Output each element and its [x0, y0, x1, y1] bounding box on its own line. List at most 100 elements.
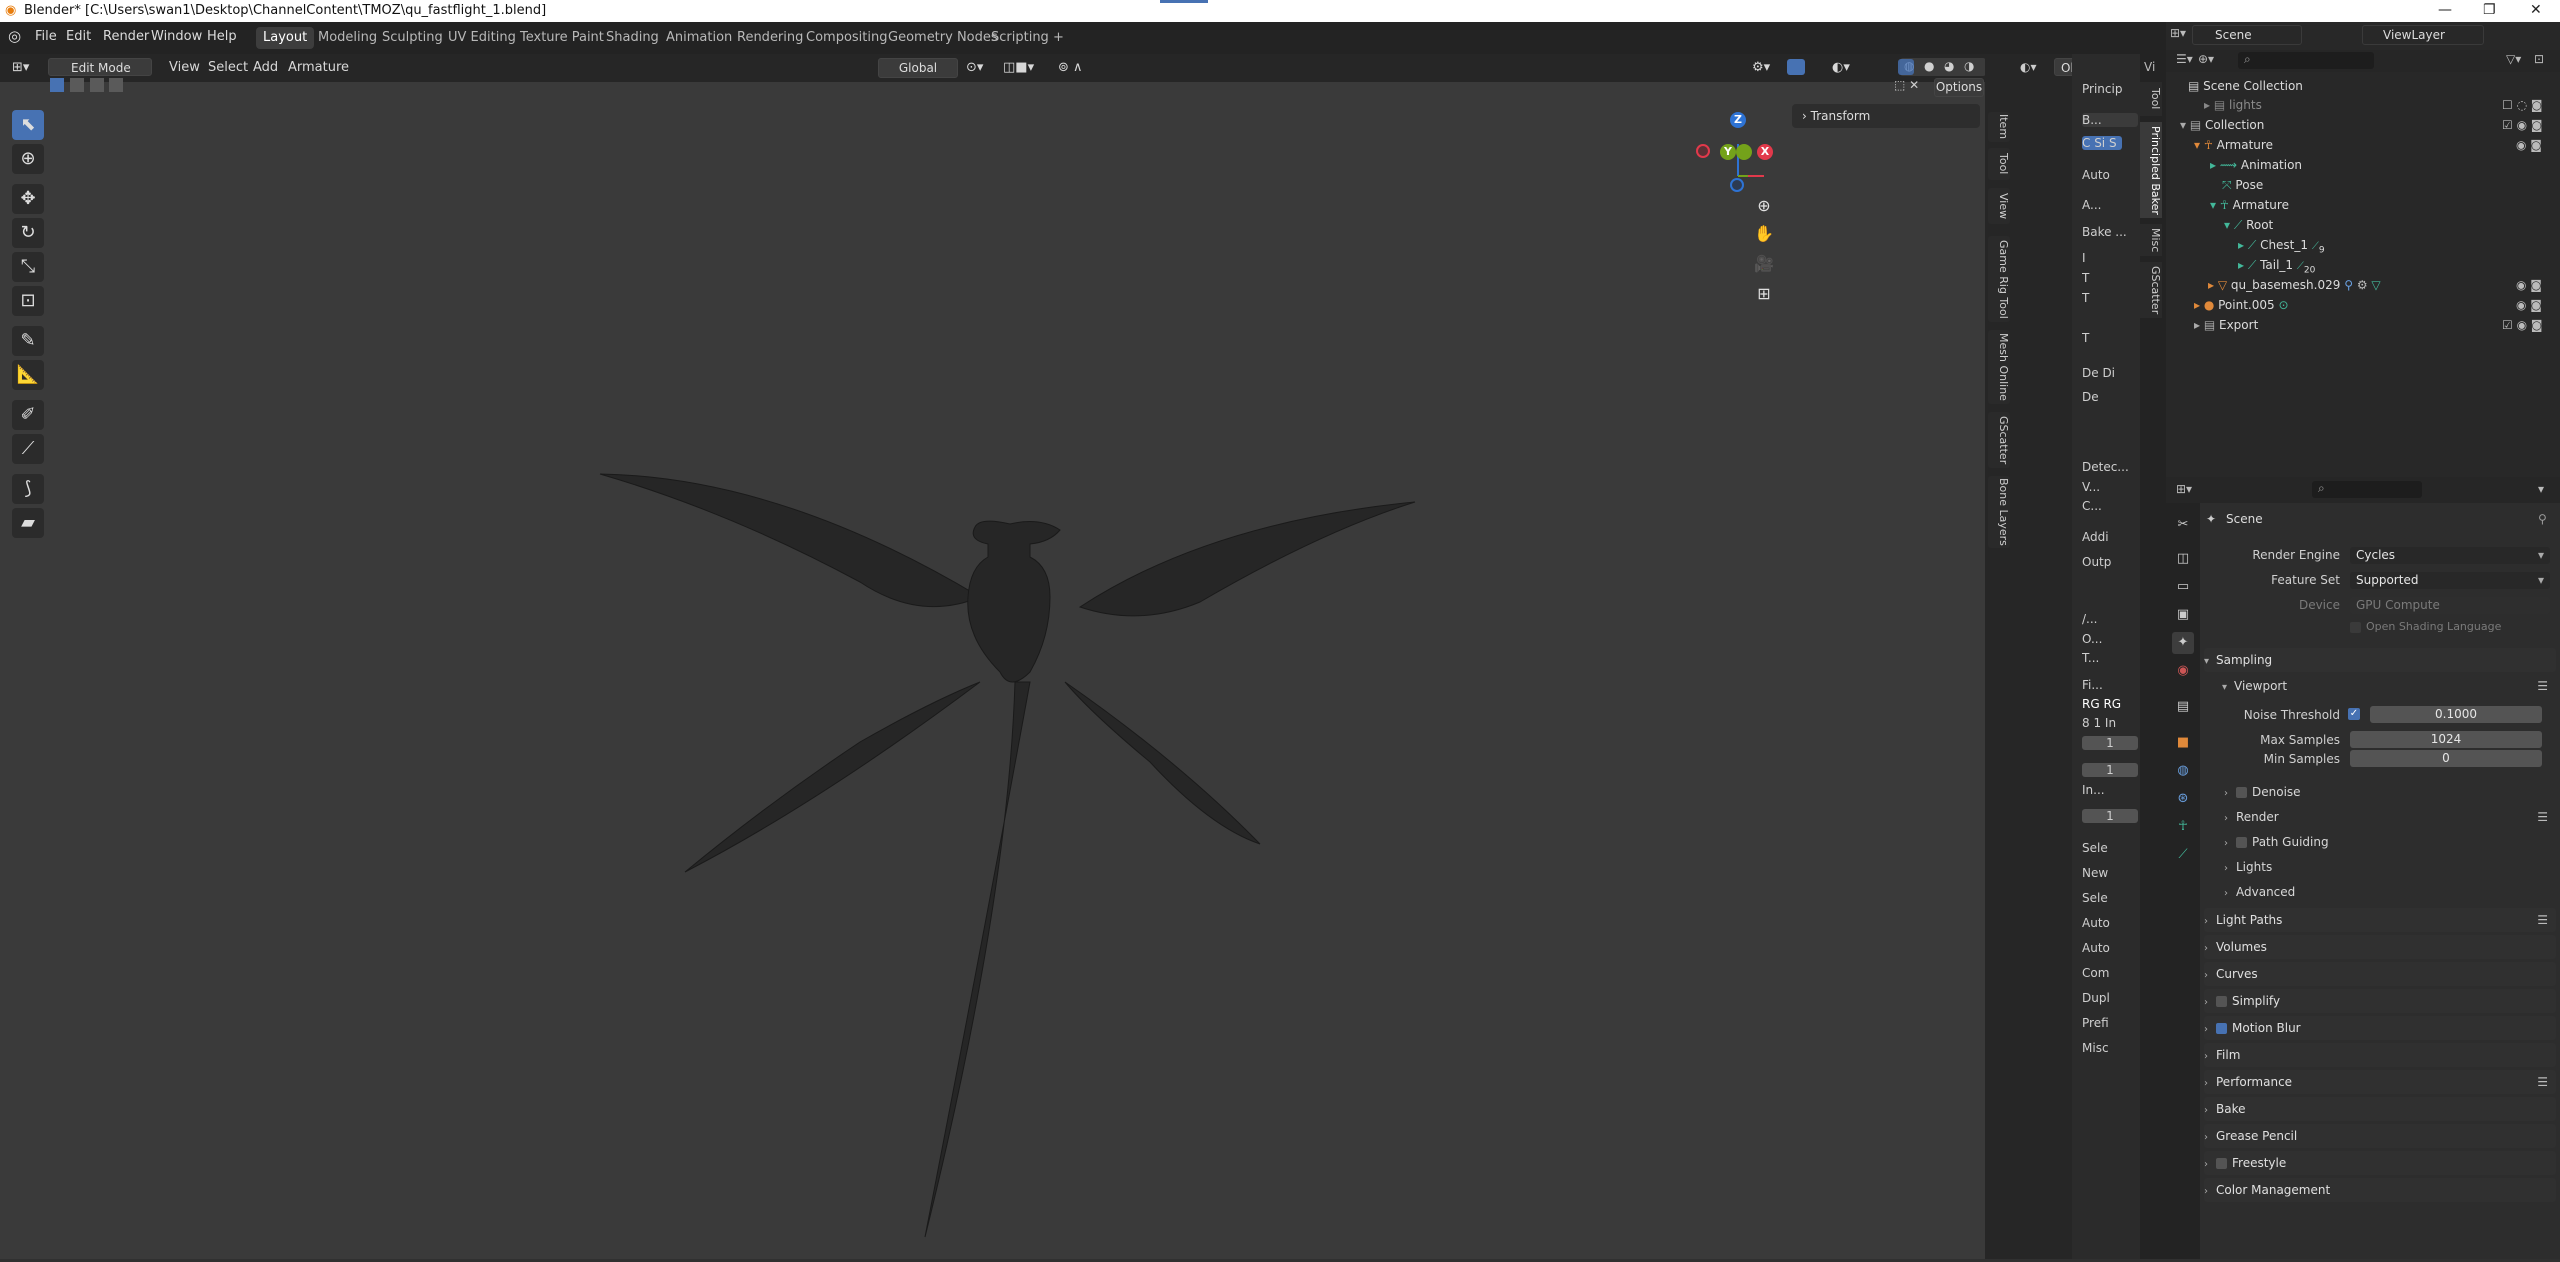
baker-list-item[interactable]: T — [2082, 271, 2138, 285]
tab-layout[interactable]: Layout — [256, 27, 315, 49]
baker-c-checkbox[interactable]: C... — [2082, 499, 2138, 513]
baker-addi-section[interactable]: Addi — [2082, 530, 2138, 544]
rotate-tool-icon[interactable]: ↻ — [12, 218, 44, 248]
baker-outp-section[interactable]: Outp — [2082, 555, 2138, 569]
properties-options-icon[interactable]: ▾ — [2538, 482, 2544, 496]
tab-modeling[interactable]: Modeling — [311, 27, 384, 49]
subsection-lights[interactable]: › Lights — [2224, 856, 2272, 878]
mid-tab-misc[interactable]: Misc — [2140, 224, 2162, 256]
display-mode-icon[interactable]: ☰▾ — [2176, 52, 2193, 66]
transform-tool-icon[interactable]: ⊡ — [12, 286, 44, 316]
visibility-icon[interactable]: ⚙▾ — [1752, 60, 1770, 75]
baker-sele-section[interactable]: Sele — [2082, 841, 2138, 855]
material-shading-icon[interactable]: ◕ — [1944, 59, 1954, 73]
section-performance[interactable]: › Performance ☰ — [2204, 1070, 2556, 1094]
baker-depth-buttons[interactable]: 8 1 In — [2082, 716, 2138, 730]
new-collection-icon[interactable]: ⊡ — [2534, 52, 2544, 66]
section-volumes[interactable]: › Volumes — [2204, 935, 2556, 959]
osl-checkbox[interactable]: Open Shading Language — [2350, 620, 2501, 633]
orientation-dropdown[interactable]: Global — [878, 58, 958, 78]
visibility-eye-icon[interactable]: ◉ ◙ — [2516, 278, 2542, 292]
baker-o-checkbox[interactable]: O... — [2082, 632, 2138, 646]
output-tab-icon[interactable]: ▭ — [2172, 576, 2194, 598]
snap-icon[interactable]: ◫■▾ — [1003, 60, 1034, 75]
bone-roll-tool-icon[interactable]: ⟋ — [12, 434, 44, 464]
outliner-row-point[interactable]: ▸ ● Point.005 ⊙ — [2194, 295, 2289, 315]
baker-misc-section[interactable]: Misc — [2082, 1041, 2138, 1055]
view-layer-tab-icon[interactable]: ▣ — [2172, 604, 2194, 626]
baker-list-item[interactable]: I — [2082, 251, 2138, 265]
section-bake[interactable]: › Bake — [2204, 1097, 2556, 1121]
baker-t-checkbox[interactable]: T... — [2082, 651, 2138, 665]
baker-auto[interactable]: Auto — [2082, 168, 2138, 182]
section-freestyle[interactable]: › Freestyle — [2204, 1151, 2556, 1175]
bone-size-tool-icon[interactable]: ▰ — [12, 508, 44, 538]
move-tool-icon[interactable]: ✥ — [12, 184, 44, 214]
baker-de-buttons[interactable]: De Di — [2082, 366, 2138, 380]
menu-render[interactable]: Render — [103, 29, 149, 44]
outliner-row-armature-data[interactable]: ▾ ☥ Armature — [2210, 195, 2289, 215]
outliner-row-tail[interactable]: ▸ ⟋ Tail_1 ⟋20 — [2238, 255, 2315, 275]
visibility-eye-icon[interactable]: ◉ ◙ — [2516, 138, 2542, 152]
filter-view-icon[interactable]: ⊕▾ — [2198, 52, 2214, 66]
baker-field[interactable]: 1 — [2082, 763, 2138, 777]
section-grease-pencil[interactable]: › Grease Pencil — [2204, 1124, 2556, 1148]
minimize-button[interactable]: — — [2438, 2, 2452, 18]
pin-icon[interactable]: ⚲ — [2538, 512, 2547, 526]
baker-de-button[interactable]: De — [2082, 390, 2138, 404]
section-light-paths[interactable]: › Light Paths ☰ — [2204, 908, 2556, 932]
sidebar-tab-view[interactable]: View — [1988, 188, 2010, 224]
baker-prefi-section[interactable]: Prefi — [2082, 1016, 2138, 1030]
baker-rg-buttons[interactable]: RG RG — [2082, 697, 2138, 711]
outliner-row-basemesh[interactable]: ▸ ▽ qu_basemesh.029 ⚲ ⚙ ▽ — [2208, 275, 2381, 295]
bone-tab-icon[interactable]: ⟋ — [2172, 844, 2194, 866]
armature-data-tab-icon[interactable]: ☥ — [2172, 816, 2194, 838]
baker-fi-dropdown[interactable]: Fi... — [2082, 678, 2138, 692]
baker-field[interactable]: 1 — [2082, 809, 2138, 823]
baker-field[interactable]: 1 — [2082, 736, 2138, 750]
noise-threshold-field[interactable]: 0.1000 — [2370, 706, 2542, 723]
baker-com-section[interactable]: Com — [2082, 966, 2138, 980]
baker-auto-section[interactable]: Auto — [2082, 941, 2138, 955]
subsection-denoise[interactable]: › Denoise — [2224, 781, 2301, 803]
baker-new-section[interactable]: New — [2082, 866, 2138, 880]
sidebar-tab-bone-layers[interactable]: Bone Layers — [1988, 476, 2010, 548]
baker-bake-button[interactable]: B... — [2082, 113, 2138, 127]
ortho-grid-icon[interactable]: ⊞ — [1750, 280, 1778, 308]
outliner-row-export[interactable]: ▸ ▤ Export — [2194, 315, 2258, 335]
outliner-editor-icon[interactable]: ⊞▾ — [2170, 26, 2186, 40]
gizmo-toggle-icon[interactable] — [1787, 59, 1805, 75]
mid-tab-tool[interactable]: Tool — [2140, 82, 2162, 116]
select-subtract-icon[interactable] — [89, 78, 104, 92]
scene-selector[interactable]: Scene — [2192, 25, 2302, 45]
annotate-tool-icon[interactable]: ✎ — [12, 326, 44, 356]
gizmo-y-axis[interactable]: Y — [1720, 144, 1736, 160]
gizmo-x-axis[interactable]: X — [1757, 144, 1773, 160]
gizmo-neg-x-axis[interactable] — [1696, 144, 1710, 158]
tab-sculpting[interactable]: Sculpting — [375, 27, 450, 49]
camera-view-icon[interactable]: 🎥 — [1750, 250, 1778, 278]
section-motion-blur[interactable]: › Motion Blur — [2204, 1016, 2556, 1040]
tab-animation[interactable]: Animation — [659, 27, 739, 49]
device-dropdown[interactable]: GPU Compute — [2350, 597, 2550, 614]
collection-tab-icon[interactable]: ▤ — [2172, 696, 2194, 718]
outliner-row-chest[interactable]: ▸ ⟋ Chest_1 ⟋9 — [2238, 235, 2325, 255]
object-tab-icon[interactable]: ■ — [2172, 732, 2194, 754]
maximize-button[interactable]: ❐ — [2483, 2, 2496, 18]
viewlayer-selector[interactable]: ViewLayer — [2362, 25, 2484, 45]
section-color-management[interactable]: › Color Management — [2204, 1178, 2556, 1202]
noise-threshold-checkbox[interactable]: ✓ — [2348, 708, 2360, 720]
gizmo-center[interactable] — [1736, 144, 1752, 160]
zoom-icon[interactable]: ⊕ — [1750, 192, 1778, 220]
shader-editor-icon[interactable]: ◐▾ — [2020, 60, 2037, 74]
cursor-tool-icon[interactable]: ⊕ — [12, 144, 44, 174]
3d-viewport[interactable]: ⬚ ✕ Options ⬉ ⊕ ✥ ↻ ⤡ ⊡ ✎ 📐 ✐ ⟋ ⟆ ▰ Z Y … — [0, 78, 1985, 1262]
menu-window[interactable]: Window — [151, 29, 202, 44]
wireframe-mesh[interactable] — [560, 382, 1430, 1262]
menu-armature[interactable]: Armature — [288, 60, 349, 75]
baker-auto-section[interactable]: Auto — [2082, 916, 2138, 930]
baker-dupl-section[interactable]: Dupl — [2082, 991, 2138, 1005]
tool-tab-icon[interactable]: ✂ — [2172, 514, 2194, 536]
solid-shading-icon[interactable]: ● — [1924, 59, 1934, 73]
filter-icon[interactable]: ▽▾ — [2506, 52, 2521, 66]
